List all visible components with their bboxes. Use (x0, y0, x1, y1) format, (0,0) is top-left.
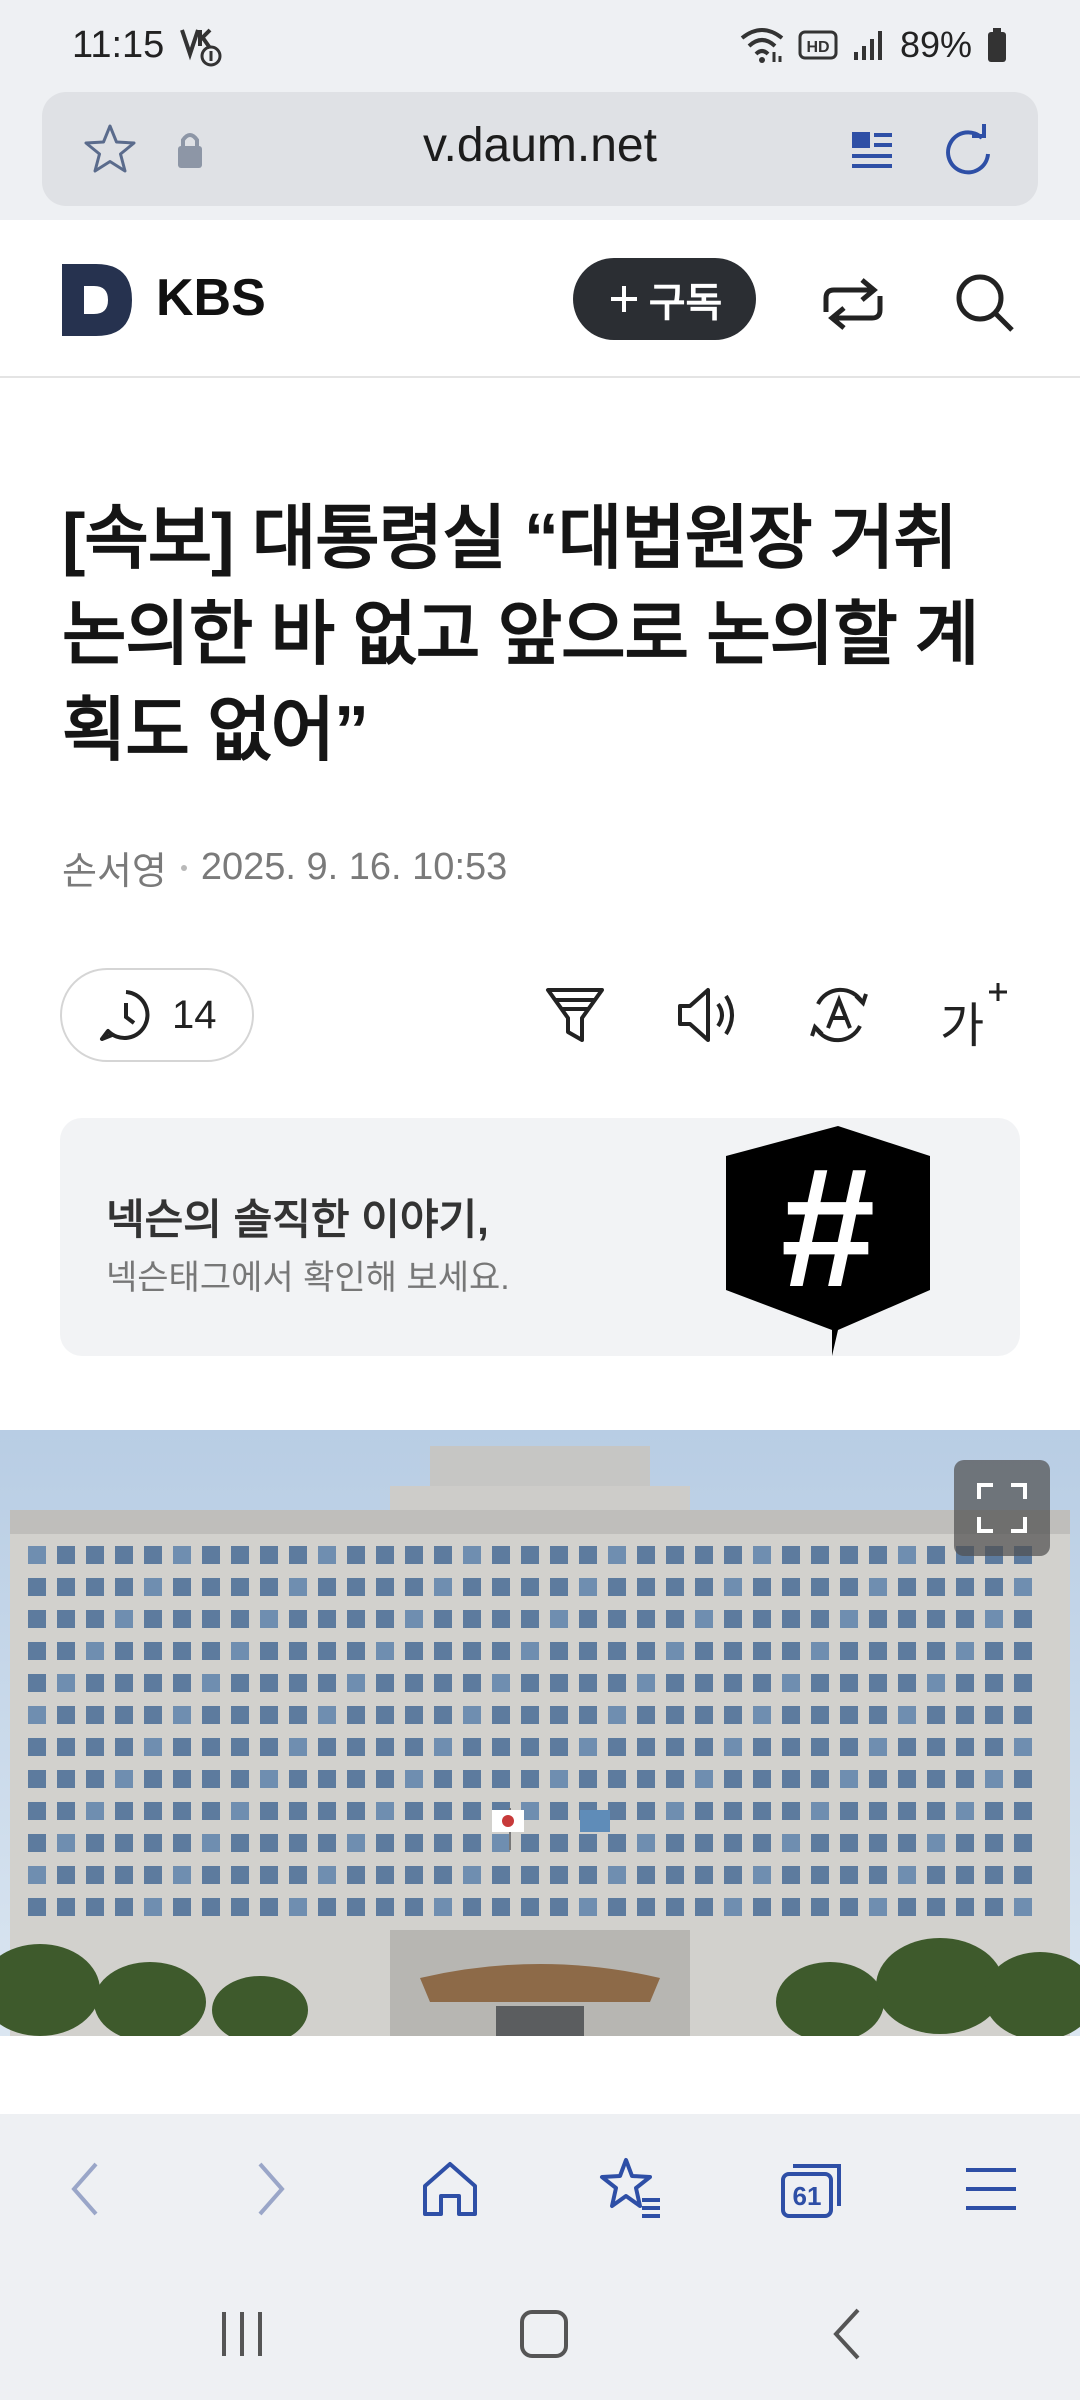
plus-small-icon (989, 983, 1007, 1001)
home-button-icon[interactable] (514, 2304, 574, 2364)
tabs-count: 61 (793, 2181, 822, 2211)
signal-icon (853, 31, 882, 60)
status-indicators: HD 89% (740, 24, 1008, 66)
vowifi-icon (180, 28, 222, 67)
forward-arrow-icon[interactable] (234, 2154, 304, 2224)
fullscreen-icon (977, 1483, 1027, 1533)
battery-percent: 89% (899, 24, 972, 65)
comment-count-button[interactable]: 14 (60, 968, 254, 1062)
reader-mode-icon[interactable] (842, 120, 902, 180)
article-title: [속보] 대통령실 “대법원장 거취 논의한 바 없고 앞으로 논의할 계획도 … (62, 499, 979, 769)
promo-subtitle: 넥슨태그에서 확인해 보세요. (106, 1259, 510, 1297)
menu-icon[interactable] (956, 2154, 1026, 2224)
fullscreen-button[interactable] (954, 1460, 1050, 1556)
comment-icon (100, 990, 150, 1041)
share-icon[interactable] (818, 268, 888, 338)
promo-banner[interactable]: 넥슨의 솔직한 이야기, 넥슨태그에서 확인해 보세요. # (60, 1118, 1020, 1356)
brand-name[interactable]: KBS (156, 268, 266, 328)
battery-icon (988, 28, 1006, 62)
browser-bottom-toolbar: 61 (0, 2114, 1080, 2264)
nexon-hashtag-logo-icon: # (726, 1126, 930, 1356)
reload-icon[interactable] (938, 120, 998, 180)
promo-title: 넥슨의 솔직한 이야기, (106, 1196, 489, 1243)
svg-text:HD: HD (806, 39, 829, 56)
wifi-icon (740, 28, 784, 63)
author-name[interactable]: 손서영 (62, 840, 167, 895)
byline-separator (180, 864, 187, 871)
home-icon[interactable] (415, 2154, 485, 2224)
search-icon[interactable] (950, 268, 1020, 338)
subscribe-label: 구독 (648, 281, 723, 325)
address-bar[interactable]: v.daum.net (42, 92, 1038, 206)
tabs-icon[interactable]: 61 (777, 2154, 847, 2224)
font-size-button[interactable]: 가 (938, 980, 1010, 1053)
summary-filter-icon[interactable] (542, 982, 608, 1048)
article-photo[interactable] (0, 1430, 1080, 2036)
recent-apps-icon[interactable] (212, 2304, 272, 2364)
system-back-icon[interactable] (818, 2304, 878, 2364)
status-time: 11:15 (72, 24, 165, 66)
system-nav-bar (0, 2264, 1080, 2400)
back-arrow-icon[interactable] (52, 2154, 122, 2224)
bookmarks-icon[interactable] (596, 2154, 666, 2224)
daum-logo-icon[interactable] (62, 264, 132, 336)
font-size-label: 가 (940, 1000, 985, 1053)
plus-icon (610, 286, 637, 312)
publish-datetime: 2025. 9. 16. 10:53 (200, 846, 508, 888)
speaker-icon[interactable] (674, 982, 740, 1048)
byline: 손서영 2025. 9. 16. 10:53 (62, 840, 507, 895)
comment-count: 14 (172, 992, 217, 1037)
status-bar: 11:15 HD 89% (0, 0, 1080, 92)
browser-toolbar: v.daum.net (0, 92, 1080, 220)
site-header: KBS 구독 (0, 220, 1080, 378)
translate-icon[interactable] (806, 982, 872, 1048)
hd-icon: HD (798, 30, 838, 60)
article-toolbar: 14 가 (0, 966, 1080, 1066)
subscribe-button[interactable]: 구독 (573, 258, 756, 340)
promo-logo-symbol: # (781, 1133, 876, 1323)
building-photo (0, 1430, 1080, 2036)
